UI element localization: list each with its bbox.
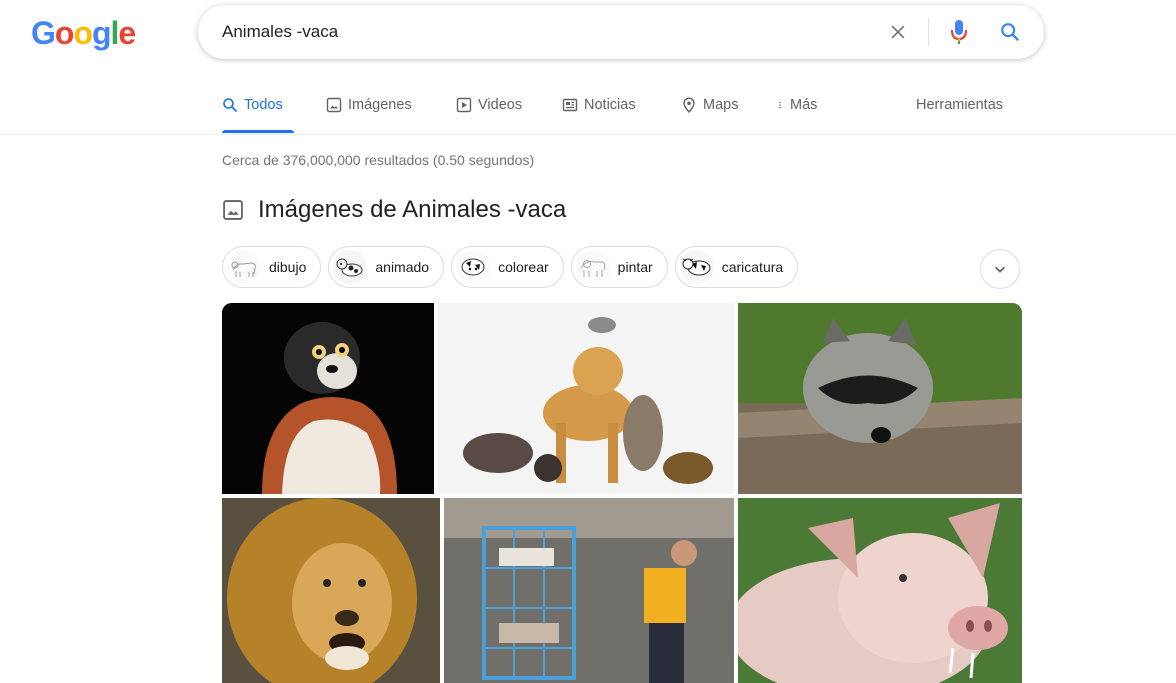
tab-noticias[interactable]: Noticias <box>562 97 636 113</box>
tab-label: Videos <box>478 97 523 113</box>
chip-thumbnail <box>456 250 491 284</box>
tab-label: Más <box>790 97 818 113</box>
search-icon[interactable] <box>999 21 1021 43</box>
result-stats: Cerca de 376,000,000 resultados (0.50 se… <box>222 152 535 168</box>
logo-letter: o <box>73 15 93 51</box>
image-result-pets[interactable] <box>438 303 734 494</box>
active-tab-indicator <box>222 130 294 133</box>
tab-label: Todos <box>244 97 283 113</box>
chip-thumbnail <box>227 250 261 284</box>
more-vert-icon <box>779 101 781 109</box>
image-icon <box>223 200 243 220</box>
chip-dibujo[interactable]: dibujo <box>222 246 322 288</box>
tab-maps[interactable]: Maps <box>681 97 738 113</box>
image-result-market[interactable] <box>444 498 734 683</box>
news-icon <box>562 98 578 112</box>
image-result-lemur[interactable] <box>222 303 434 494</box>
play-icon <box>456 97 472 113</box>
chip-label: dibujo <box>269 259 307 275</box>
tab-mas[interactable]: Más <box>776 97 817 113</box>
chip-colorear[interactable]: colorear <box>451 246 564 288</box>
search-box[interactable]: Animales -vaca <box>198 5 1044 59</box>
image-result-lion[interactable] <box>222 498 440 683</box>
chip-thumbnail <box>679 250 714 284</box>
logo-letter: o <box>54 15 75 51</box>
chip-caricatura[interactable]: caricatura <box>674 246 799 288</box>
refinement-chips: dibujo animado colorear pintar caricatur… <box>222 246 799 288</box>
image-icon <box>326 97 342 113</box>
image-result-pig[interactable] <box>738 498 1022 683</box>
logo-letter: g <box>91 15 112 51</box>
images-heading[interactable]: Imágenes de Animales -vaca <box>222 196 566 224</box>
search-icon <box>223 98 238 113</box>
chip-label: caricatura <box>721 259 784 275</box>
chip-label: pintar <box>617 259 653 275</box>
images-heading-text: Imágenes de Animales -vaca <box>258 196 567 223</box>
google-logo[interactable]: Google <box>31 15 136 51</box>
chevron-down-icon <box>995 266 1005 273</box>
image-result-raccoon[interactable] <box>738 303 1022 494</box>
chip-animado[interactable]: animado <box>328 246 445 288</box>
map-pin-icon <box>683 97 695 113</box>
chip-label: animado <box>375 259 430 275</box>
logo-letter: G <box>31 15 56 51</box>
tab-imagenes[interactable]: Imágenes <box>326 97 412 113</box>
search-input[interactable]: Animales -vaca <box>222 5 338 59</box>
tab-videos[interactable]: Videos <box>456 97 522 113</box>
chip-pintar[interactable]: pintar <box>570 246 668 288</box>
clear-icon[interactable] <box>888 22 908 42</box>
tools-button[interactable]: Herramientas <box>916 97 1003 113</box>
microphone-icon[interactable] <box>950 19 968 45</box>
chip-thumbnail <box>575 250 610 284</box>
tab-label: Maps <box>703 97 739 113</box>
search-divider <box>928 18 929 46</box>
search-tabs: Todos Imágenes Videos Noticias Maps Más … <box>0 85 1176 135</box>
expand-chips-button[interactable] <box>980 249 1020 289</box>
logo-letter: l <box>110 15 120 51</box>
tab-label: Noticias <box>584 97 636 113</box>
image-grid <box>222 303 1022 683</box>
chip-label: colorear <box>498 259 549 275</box>
tab-label: Imágenes <box>348 97 412 113</box>
logo-letter: e <box>118 15 136 51</box>
chip-thumbnail <box>333 250 368 284</box>
tab-todos[interactable]: Todos <box>222 97 283 113</box>
